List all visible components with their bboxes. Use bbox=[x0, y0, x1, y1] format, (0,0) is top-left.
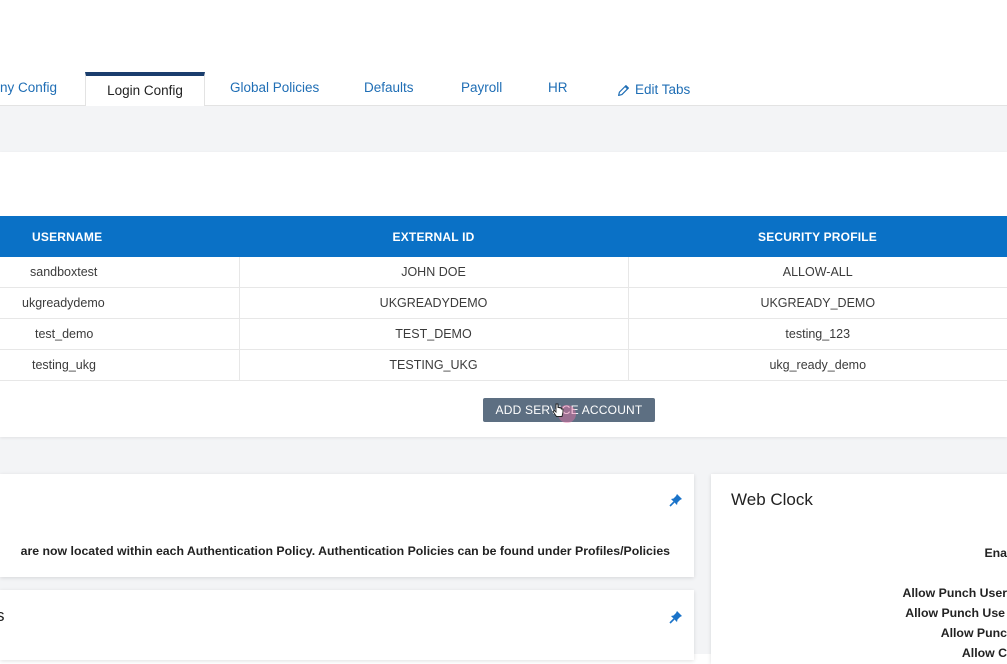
cell-security-profile: testing_123 bbox=[628, 318, 1007, 350]
edit-tabs-label: Edit Tabs bbox=[635, 82, 691, 97]
cell-security-profile: UKGREADY_DEMO bbox=[628, 287, 1007, 319]
cell-username: sandboxtest bbox=[0, 257, 240, 288]
table-row[interactable]: test_demo TEST_DEMO testing_123 bbox=[0, 318, 1007, 350]
pin-icon[interactable] bbox=[668, 609, 684, 625]
pin-icon[interactable] bbox=[668, 492, 684, 508]
web-clock-setting-label: Allow Punc bbox=[940, 626, 1007, 640]
tab-company-config[interactable]: ny Config bbox=[0, 72, 57, 104]
authentication-notice-text: are now located within each Authenticati… bbox=[20, 544, 670, 558]
tab-payroll[interactable]: Payroll bbox=[461, 72, 502, 104]
cell-external-id: JOHN DOE bbox=[239, 257, 629, 288]
tab-login-config[interactable]: Login Config bbox=[85, 72, 205, 107]
column-header-username[interactable]: USERNAME bbox=[0, 216, 239, 257]
pencil-icon bbox=[618, 84, 629, 96]
web-clock-setting-label: Ena bbox=[984, 546, 1007, 560]
cell-external-id: TEST_DEMO bbox=[239, 318, 629, 350]
page-gutter-top bbox=[0, 106, 1007, 152]
column-header-security-profile[interactable]: SECURITY PROFILE bbox=[628, 216, 1007, 257]
authentication-notice-panel: are now located within each Authenticati… bbox=[0, 474, 694, 577]
table-row[interactable]: testing_ukg TESTING_UKG ukg_ready_demo bbox=[0, 349, 1007, 381]
service-accounts-table: USERNAME EXTERNAL ID SECURITY PROFILE sa… bbox=[0, 216, 1007, 381]
cell-external-id: UKGREADYDEMO bbox=[239, 287, 629, 319]
cell-username: testing_ukg bbox=[0, 349, 240, 381]
table-header-row: USERNAME EXTERNAL ID SECURITY PROFILE bbox=[0, 216, 1007, 257]
cell-security-profile: ukg_ready_demo bbox=[628, 349, 1007, 381]
tab-defaults[interactable]: Defaults bbox=[364, 72, 414, 104]
service-accounts-card: USERNAME EXTERNAL ID SECURITY PROFILE sa… bbox=[0, 152, 1007, 437]
cell-username: ukgreadydemo bbox=[0, 287, 240, 319]
column-header-external-id[interactable]: EXTERNAL ID bbox=[239, 216, 628, 257]
tab-hr[interactable]: HR bbox=[548, 72, 568, 104]
edit-tabs-button[interactable]: Edit Tabs bbox=[617, 74, 690, 106]
cell-username: test_demo bbox=[0, 318, 240, 350]
hand-cursor-icon bbox=[552, 403, 564, 417]
web-clock-setting-label: Allow C bbox=[961, 646, 1007, 660]
second-settings-panel: s bbox=[0, 590, 694, 660]
web-clock-panel: Web Clock Ena Allow Punch User Allow Pun… bbox=[711, 474, 1007, 664]
table-row[interactable]: ukgreadydemo UKGREADYDEMO UKGREADY_DEMO bbox=[0, 287, 1007, 319]
web-clock-title: Web Clock bbox=[731, 490, 813, 509]
cell-security-profile: ALLOW-ALL bbox=[628, 257, 1007, 288]
tab-global-policies[interactable]: Global Policies bbox=[230, 72, 319, 104]
config-tabs: ny Config Login Config Global Policies D… bbox=[0, 72, 1007, 107]
cell-external-id: TESTING_UKG bbox=[239, 349, 629, 381]
web-clock-setting-label: Allow Punch User bbox=[902, 586, 1007, 600]
table-row[interactable]: sandboxtest JOHN DOE ALLOW-ALL bbox=[0, 257, 1007, 288]
panel-title: s bbox=[0, 606, 5, 625]
web-clock-setting-label: Allow Punch Use bbox=[905, 606, 1005, 620]
